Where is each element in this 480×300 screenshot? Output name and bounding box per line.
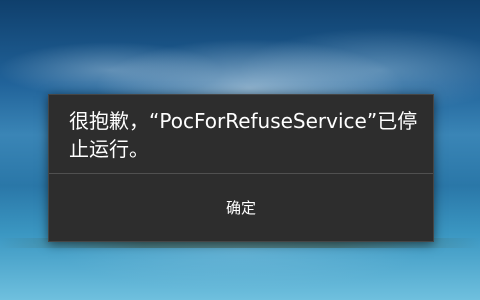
crash-message: 很抱歉，“PocForRefuseService”已停止运行。 xyxy=(69,109,418,161)
app-crash-dialog: 很抱歉，“PocForRefuseService”已停止运行。 确定 xyxy=(48,94,434,242)
ok-button[interactable]: 确定 xyxy=(49,174,433,241)
